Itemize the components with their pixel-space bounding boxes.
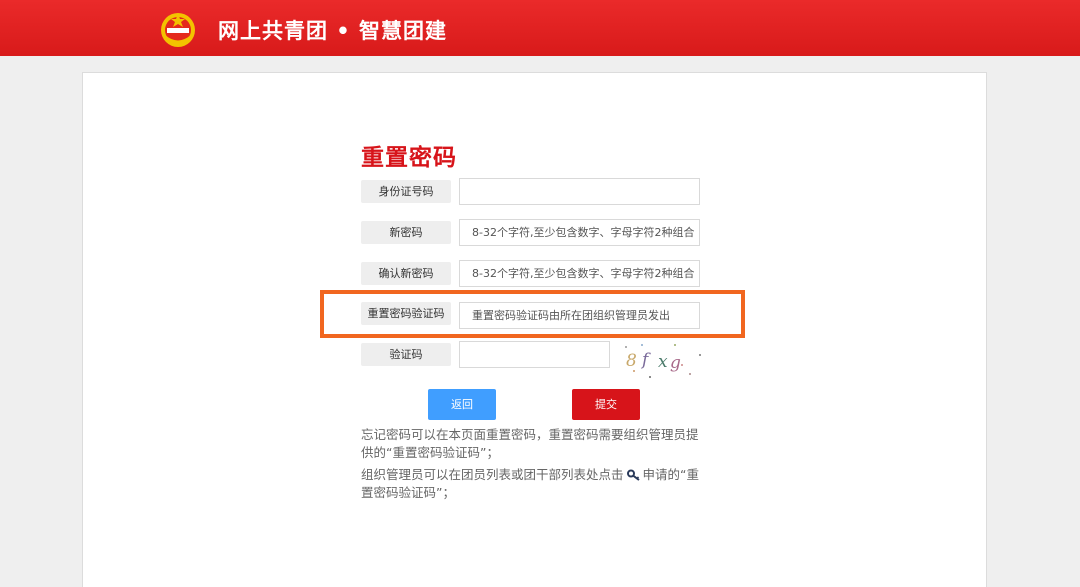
reset-code-label: 重置密码验证码 bbox=[361, 302, 451, 325]
captcha-input[interactable] bbox=[459, 341, 610, 368]
confirm-password-input[interactable]: 8-32个字符,至少包含数字、字母字符2种组合 bbox=[459, 260, 700, 287]
note-admin-apply-before: 组织管理员可以在团员列表或团干部列表处点击 bbox=[361, 467, 624, 482]
id-number-input[interactable] bbox=[459, 178, 700, 205]
confirm-password-label: 确认新密码 bbox=[361, 262, 451, 285]
svg-text:x: x bbox=[658, 352, 668, 372]
new-password-label: 新密码 bbox=[361, 221, 451, 244]
note-forgot-password: 忘记密码可以在本页面重置密码，重置密码需要组织管理员提供的“重置密码验证码”； bbox=[361, 427, 699, 460]
top-header-bar: 网上共青团 • 智慧团建 bbox=[0, 0, 1080, 56]
submit-button[interactable]: 提交 bbox=[572, 389, 640, 420]
key-icon bbox=[626, 469, 640, 481]
captcha-image[interactable]: 8 f x g bbox=[620, 341, 705, 381]
back-button[interactable]: 返回 bbox=[428, 389, 496, 420]
page-title: 重置密码 bbox=[361, 145, 457, 171]
site-title: 网上共青团 • 智慧团建 bbox=[218, 19, 448, 43]
league-emblem-icon bbox=[161, 13, 195, 47]
note-admin-apply: 组织管理员可以在团员列表或团干部列表处点击 申请的“重置密码验证码”； bbox=[361, 466, 706, 502]
id-number-label: 身份证号码 bbox=[361, 180, 451, 203]
svg-text:f: f bbox=[640, 350, 651, 370]
new-password-input[interactable]: 8-32个字符,至少包含数字、字母字符2种组合 bbox=[459, 219, 700, 246]
reset-code-input[interactable]: 重置密码验证码由所在团组织管理员发出 bbox=[459, 302, 700, 329]
svg-text:g: g bbox=[670, 353, 681, 373]
svg-text:8: 8 bbox=[626, 351, 637, 371]
captcha-label: 验证码 bbox=[361, 343, 451, 366]
